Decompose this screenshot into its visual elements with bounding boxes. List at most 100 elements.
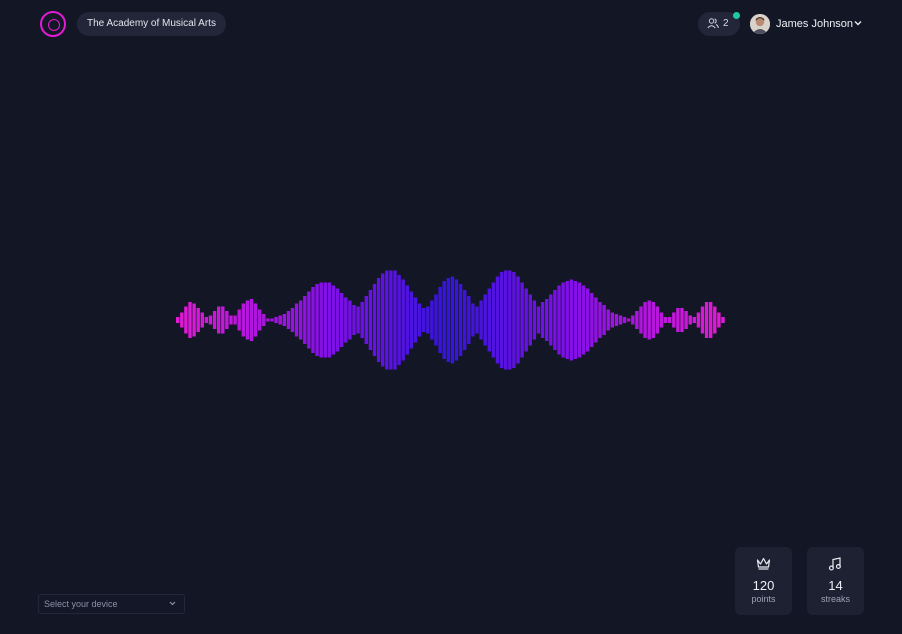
waveform-bar: [409, 291, 414, 349]
waveform-bar: [417, 303, 422, 337]
waveform-bar: [430, 300, 434, 340]
waveform-bar: [717, 312, 721, 328]
waveform-bar: [217, 306, 221, 334]
waveform-bar: [520, 282, 524, 358]
waveform-bar: [221, 306, 225, 334]
waveform-bar: [704, 302, 709, 338]
waveform-bar: [397, 275, 401, 365]
waveform-bar: [532, 300, 537, 340]
waveform-bar: [696, 312, 701, 328]
waveform-bar: [225, 311, 229, 329]
waveform-bar: [245, 300, 250, 340]
waveform-bar: [643, 302, 647, 338]
waveform-bar: [294, 303, 299, 337]
waveform-bar: [389, 270, 393, 370]
waveform-bar: [274, 317, 278, 323]
waveform-bar: [565, 281, 569, 359]
waveform-bar: [372, 284, 377, 356]
waveform-bar: [475, 306, 479, 334]
waveform-bar: [569, 279, 573, 361]
device-select[interactable]: Select your device: [38, 594, 185, 614]
music-note-icon: [828, 557, 841, 571]
waveform-bar: [627, 318, 631, 322]
waveform-bar: [278, 315, 282, 325]
chevron-down-icon: [169, 601, 176, 606]
waveform-bar: [212, 311, 217, 329]
waveform-bar: [618, 315, 623, 325]
waveform-bar: [598, 302, 602, 338]
waveform-bar: [360, 302, 364, 338]
waveform-bar: [229, 315, 233, 325]
waveform-bar: [495, 276, 500, 364]
waveform-bar: [450, 276, 455, 364]
waveform-bar: [663, 317, 668, 323]
waveform-bar: [516, 276, 520, 364]
waveform-bar: [299, 300, 303, 340]
waveform-bar: [241, 303, 245, 337]
waveform-bar: [549, 294, 553, 346]
waveform-bar: [364, 296, 368, 344]
waveform-bar: [709, 302, 713, 338]
waveform-bar: [672, 312, 676, 328]
waveform-bar: [594, 297, 598, 343]
waveform-bar: [713, 306, 717, 334]
waveform-bar: [491, 282, 496, 358]
waveform-bar: [422, 308, 426, 332]
waveform-bar: [446, 278, 450, 362]
waveform-bar: [188, 302, 192, 338]
waveform-bar: [208, 315, 213, 325]
waveform-bar: [463, 290, 467, 350]
waveform-bar: [393, 270, 397, 370]
waveform-bar: [200, 312, 204, 328]
waveform-bar: [512, 272, 516, 368]
streaks-value: 14: [828, 578, 843, 593]
points-value: 120: [752, 578, 775, 593]
waveform-bar: [307, 291, 311, 349]
waveform-bar: [258, 309, 262, 331]
waveform-bar: [610, 312, 614, 328]
waveform-bar: [401, 279, 405, 361]
device-select-placeholder: Select your device: [44, 599, 118, 609]
waveform-bar: [458, 284, 463, 356]
waveform-bar: [622, 317, 627, 323]
waveform-bar: [282, 314, 286, 326]
waveform-bar: [327, 282, 332, 358]
waveform-bar: [651, 302, 655, 338]
waveform-bar: [270, 318, 274, 322]
waveform-bar: [471, 303, 475, 337]
waveform-bar: [536, 306, 541, 334]
waveform-bar: [311, 287, 315, 353]
waveform-bar: [180, 312, 184, 328]
waveform-bar: [561, 282, 565, 358]
waveform-bar: [528, 294, 532, 346]
waveform-bar: [504, 270, 508, 370]
waveform-bar: [376, 278, 381, 362]
waveform-bar: [586, 288, 590, 352]
waveform-bar: [323, 282, 327, 358]
waveform-bar: [557, 285, 561, 355]
waveform-bar: [721, 317, 725, 323]
waveform-bar: [438, 287, 442, 353]
waveform-bar: [545, 299, 549, 341]
waveform-bar: [344, 297, 348, 343]
waveform-bar: [692, 317, 696, 323]
waveform-bar: [573, 281, 578, 359]
waveform-bar: [639, 306, 643, 334]
waveform-bar: [356, 306, 360, 334]
waveform-bar: [581, 285, 586, 355]
waveform-bar: [176, 317, 180, 323]
waveform-bar: [606, 309, 610, 331]
waveform-bar: [614, 314, 619, 326]
waveform-bar: [577, 282, 582, 358]
waveform-bar: [249, 299, 254, 341]
waveform-bar: [659, 312, 664, 328]
waveform-bar: [413, 297, 418, 343]
waveform-bar: [348, 300, 352, 340]
waveform-bar: [204, 317, 209, 323]
waveform-bar: [553, 290, 557, 350]
waveform-bar: [315, 284, 319, 356]
waveform-bar: [688, 315, 692, 325]
waveform-bar: [233, 315, 237, 325]
waveform-bar: [381, 273, 385, 367]
waveform-bar: [253, 303, 258, 337]
